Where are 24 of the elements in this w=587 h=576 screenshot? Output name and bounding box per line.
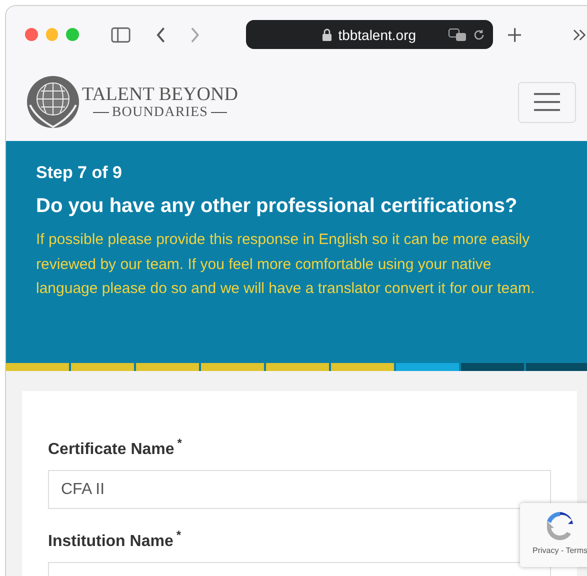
instructions-text: If possible please provide this response in English so it can be more easily reviewed by our team. If you feel more comfortable using your native language please do so and we will have a translator convert it for our team. [36,230,536,299]
menu-icon [534,92,560,112]
back-icon[interactable] [156,26,166,42]
lock-icon [322,28,332,41]
step-counter: Step 7 of 9 [36,163,123,183]
close-window-button[interactable] [25,28,38,41]
text-field[interactable]: CFA II [48,470,551,509]
address-bar[interactable]: tbbtalent.org [246,20,493,49]
globe-hands-logo-icon [26,75,80,129]
field-label: Certificate Name [48,441,174,459]
chevrons-icon[interactable] [573,28,587,40]
new-tab-icon[interactable] [508,28,522,42]
url-text: tbbtalent.org [338,26,416,42]
question-heading: Do you have any other professional certifications? [36,195,518,218]
privacy-terms-links[interactable]: Privacy - Terms [532,546,587,555]
field-label: Institution Name [48,533,174,551]
reload-icon[interactable] [472,28,485,40]
required-mark: * [177,436,182,452]
menu-button[interactable] [518,82,576,122]
logo-subtitle: BOUNDARIES [112,104,208,120]
translate-icon[interactable] [448,28,468,42]
required-mark: * [176,528,182,544]
sidebar-icon[interactable] [111,26,131,42]
logo-title: TALENT BEYOND [82,84,238,104]
